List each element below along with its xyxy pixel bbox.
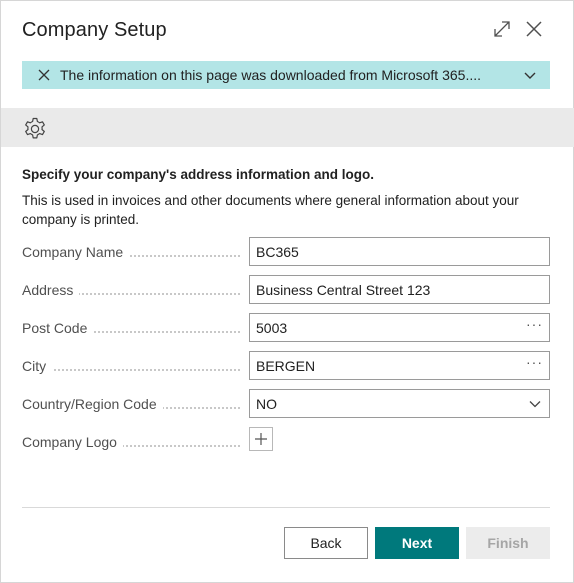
- address-label: Address: [22, 282, 80, 298]
- company-name-row: Company Name BC365: [22, 237, 550, 266]
- city-label: City: [22, 358, 53, 374]
- country-value: NO: [256, 396, 277, 412]
- plus-icon: [255, 433, 267, 445]
- action-bar: [1, 108, 574, 147]
- footer-divider: [22, 507, 550, 508]
- back-button[interactable]: Back: [284, 527, 368, 559]
- company-name-input[interactable]: BC365: [249, 237, 550, 266]
- gear-icon[interactable]: [22, 116, 48, 142]
- company-name-value: BC365: [256, 244, 299, 260]
- city-lookup-button[interactable]: ···: [526, 354, 543, 370]
- add-logo-button[interactable]: [249, 427, 273, 451]
- company-name-label: Company Name: [22, 244, 130, 260]
- company-logo-label: Company Logo: [22, 434, 123, 450]
- company-logo-row: Company Logo: [22, 427, 550, 456]
- post-code-value: 5003: [256, 320, 288, 336]
- finish-button[interactable]: Finish: [466, 527, 550, 559]
- banner-close-icon[interactable]: [30, 61, 58, 89]
- section-heading: Specify your company's address informati…: [22, 167, 375, 182]
- post-code-input[interactable]: 5003 ···: [249, 313, 550, 342]
- chevron-down-icon[interactable]: [528, 397, 542, 411]
- banner-expand-chevron-icon[interactable]: [522, 67, 538, 83]
- city-value: BERGEN: [256, 358, 316, 374]
- address-row: Address Business Central Street 123: [22, 275, 550, 304]
- banner-message: The information on this page was downloa…: [60, 67, 481, 83]
- section-description: This is used in invoices and other docum…: [22, 193, 519, 227]
- dialog-title: Company Setup: [22, 19, 167, 41]
- address-value: Business Central Street 123: [256, 282, 431, 298]
- close-icon[interactable]: [522, 17, 546, 41]
- post-code-label: Post Code: [22, 320, 94, 336]
- address-input[interactable]: Business Central Street 123: [249, 275, 550, 304]
- next-button[interactable]: Next: [375, 527, 459, 559]
- post-code-row: Post Code 5003 ···: [22, 313, 550, 342]
- country-label: Country/Region Code: [22, 396, 163, 412]
- expand-icon[interactable]: [490, 17, 514, 41]
- country-row: Country/Region Code NO: [22, 389, 550, 418]
- company-setup-dialog: Company Setup The information on this pa…: [0, 0, 574, 583]
- city-input[interactable]: BERGEN ···: [249, 351, 550, 380]
- leader-dots: [22, 369, 240, 371]
- info-banner: The information on this page was downloa…: [22, 61, 550, 89]
- post-code-lookup-button[interactable]: ···: [526, 316, 543, 332]
- country-select[interactable]: NO: [249, 389, 550, 418]
- city-row: City BERGEN ···: [22, 351, 550, 380]
